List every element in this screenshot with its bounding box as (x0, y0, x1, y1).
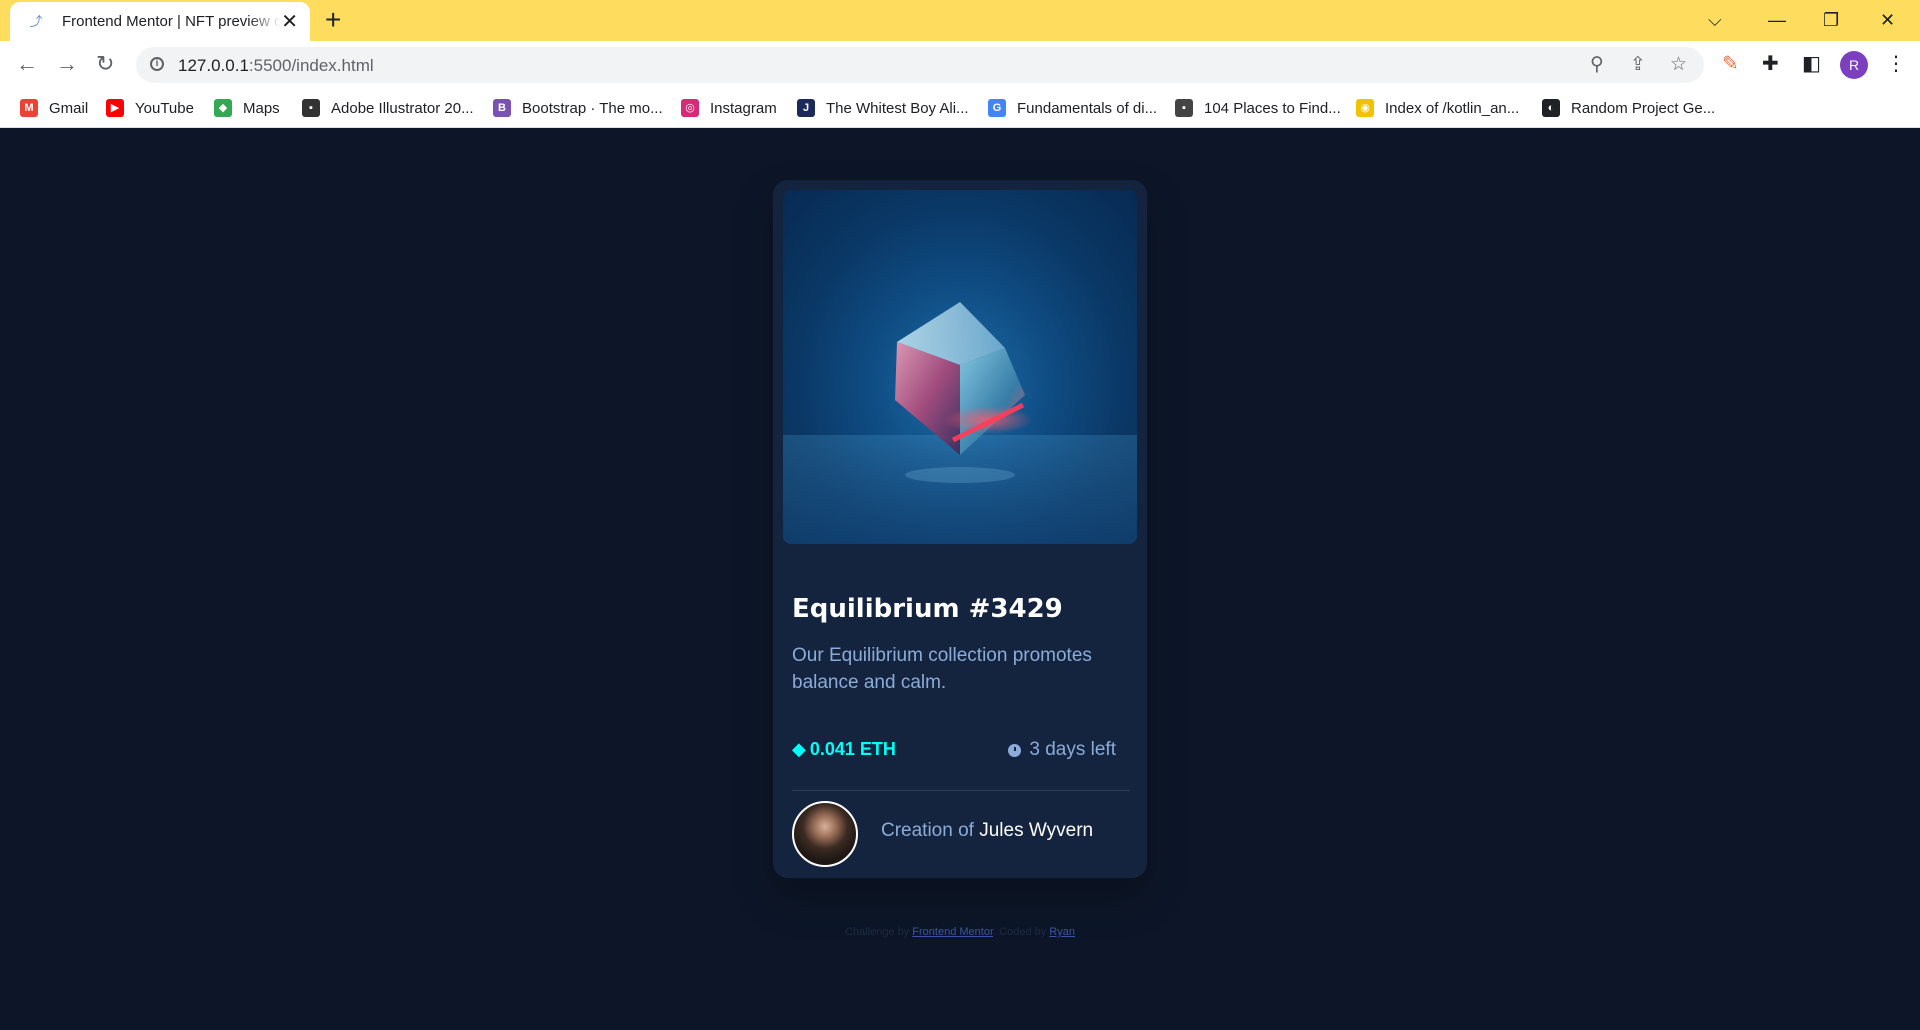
bookmark-item[interactable]: ◉ Index of /kotlin_an... (1356, 99, 1519, 117)
price-value: 0.041 ETH (809, 739, 896, 759)
price: ◆ 0.041 ETH (792, 739, 896, 760)
share-icon[interactable]: ⇪ (1630, 54, 1646, 76)
bookmark-label: The Whitest Boy Ali... (826, 99, 969, 117)
bookmark-label: Maps (243, 99, 280, 117)
maps-icon: ◆ (214, 99, 232, 117)
close-window-icon[interactable]: ✕ (1880, 6, 1895, 34)
forward-icon[interactable]: → (56, 51, 78, 77)
page-viewport: Equilibrium #3429 Our Equilibrium collec… (0, 128, 1920, 1030)
menu-kebab-icon[interactable]: ⋮ (1886, 53, 1906, 75)
attribution-coded-prefix: . Coded by (993, 926, 1047, 938)
frontend-mentor-favicon-icon: ⤴ (29, 13, 43, 29)
bookmark-label: Instagram (710, 99, 777, 117)
instagram-icon: ◎ (681, 99, 699, 117)
bookmark-label: YouTube (135, 99, 194, 117)
places-icon: ▪ (1175, 99, 1193, 117)
bookmark-j-icon: J (797, 99, 815, 117)
browser-tab[interactable]: ⤴ Frontend Mentor | NFT preview card com… (10, 2, 310, 41)
globe-icon: ◐ (1542, 99, 1560, 117)
bookmark-item[interactable]: J The Whitest Boy Ali... (797, 99, 969, 117)
google-icon: G (988, 99, 1006, 117)
bookmark-item[interactable]: ▪ Adobe Illustrator 20... (302, 99, 474, 117)
illustrator-icon: ▪ (302, 99, 320, 117)
url-text[interactable]: 127.0.0.1:5500/index.html (178, 56, 374, 76)
profile-avatar[interactable]: R (1840, 51, 1868, 79)
side-panel-icon[interactable]: ◧ (1802, 53, 1821, 75)
creator-line: Creation of Jules Wyvern (881, 820, 1093, 842)
youtube-icon: ▶ (106, 99, 124, 117)
card-description: Our Equilibrium collection promotes bala… (792, 645, 1092, 693)
frontend-mentor-link[interactable]: Frontend Mentor (912, 926, 993, 938)
site-info-icon[interactable]: i (150, 57, 164, 71)
tab-title: Frontend Mentor | NFT preview card compo… (61, 13, 282, 30)
tab-search-chevron-icon[interactable]: ⌵ (1708, 6, 1722, 34)
time-left-value: 3 days left (1029, 739, 1116, 760)
ethereum-icon: ◆ (792, 739, 806, 759)
card-title[interactable]: Equilibrium #3429 (792, 594, 1063, 624)
bookmark-item[interactable]: B Bootstrap · The mo... (493, 99, 663, 117)
bookmarks-bar: M Gmail ▶ YouTube ◆ Maps ▪ Adobe Illustrator 20… (0, 89, 1920, 128)
bookmark-item[interactable]: ▶ YouTube (106, 99, 194, 117)
equilibrium-image[interactable] (783, 190, 1137, 544)
nft-card: Equilibrium #3429 Our Equilibrium collec… (773, 180, 1147, 878)
bookmark-label: Bootstrap · The mo... (522, 99, 663, 117)
clock-icon (1008, 743, 1022, 757)
bookmark-item[interactable]: ◐ Random Project Ge... (1542, 99, 1715, 117)
tab-strip: ⤴ Frontend Mentor | NFT preview card com… (0, 0, 1920, 41)
creator-name-link[interactable]: Jules Wyvern (979, 820, 1093, 841)
creator-prefix: Creation of (881, 820, 974, 841)
bootstrap-icon: B (493, 99, 511, 117)
attribution-challenge-prefix: Challenge by (845, 926, 910, 938)
bookmark-label: Gmail (49, 99, 89, 117)
bookmark-label: Fundamentals of di... (1017, 99, 1158, 117)
browser-toolbar: ← → ↻ i 127.0.0.1:5500/index.html ⚲ ⇪ ☆ … (0, 41, 1920, 89)
divider (792, 790, 1130, 791)
reload-icon[interactable]: ↻ (96, 51, 114, 77)
bookmark-label: 104 Places to Find... (1204, 99, 1341, 117)
address-bar[interactable]: i 127.0.0.1:5500/index.html ⚲ ⇪ ☆ (136, 47, 1704, 83)
bookmark-item[interactable]: M Gmail (20, 99, 88, 117)
time-remaining: 3 days left (1008, 739, 1116, 761)
bookmark-item[interactable]: G Fundamentals of di... (988, 99, 1157, 117)
close-tab-icon[interactable]: ✕ (281, 12, 298, 32)
attribution: Challenge by Frontend Mentor. Coded by R… (0, 926, 1920, 938)
index-icon: ◉ (1356, 99, 1374, 117)
bookmark-star-icon[interactable]: ☆ (1670, 54, 1687, 76)
back-icon[interactable]: ← (16, 51, 38, 77)
bookmark-label: Index of /kotlin_an... (1385, 99, 1520, 117)
minimize-icon[interactable]: — (1768, 6, 1786, 34)
restore-icon[interactable]: ❐ (1823, 6, 1839, 34)
bookmark-label: Random Project Ge... (1571, 99, 1716, 117)
crystal-cube-illustration (895, 302, 1033, 483)
zoom-icon[interactable]: ⚲ (1590, 54, 1604, 76)
bookmark-label: Adobe Illustrator 20... (331, 99, 474, 117)
bookmark-item[interactable]: ◎ Instagram (681, 99, 777, 117)
extensions-puzzle-icon[interactable]: ✚ (1762, 53, 1779, 75)
coder-link[interactable]: Ryan (1049, 926, 1075, 938)
bookmark-item[interactable]: ▪ 104 Places to Find... (1175, 99, 1341, 117)
bookmark-item[interactable]: ◆ Maps (214, 99, 280, 117)
gmail-icon: M (20, 99, 38, 117)
color-picker-extension-icon[interactable]: ✎ (1722, 53, 1739, 75)
new-tab-icon[interactable]: + (325, 6, 341, 34)
creator-avatar (792, 801, 858, 867)
